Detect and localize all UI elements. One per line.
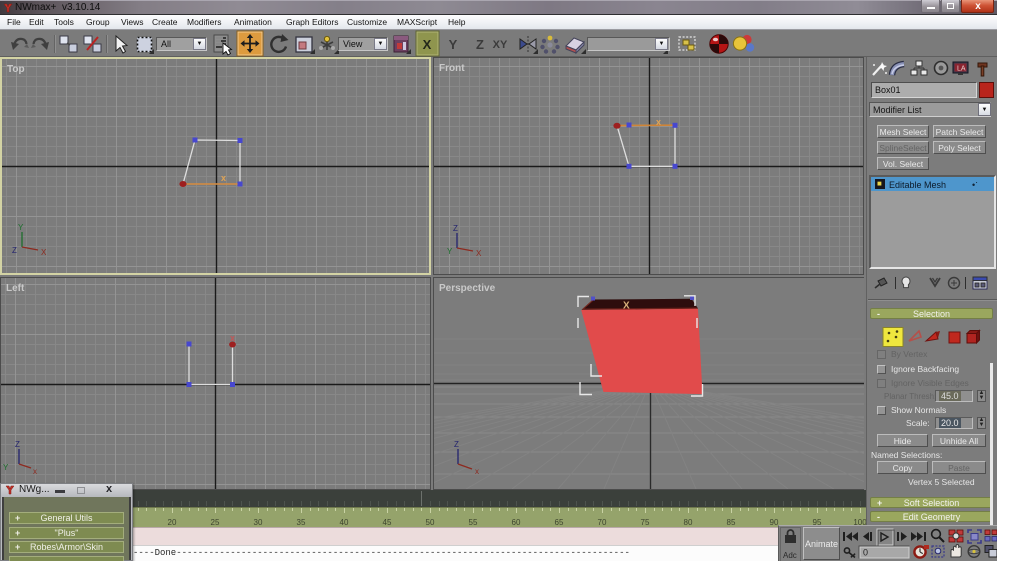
svg-text:75: 75	[641, 518, 650, 527]
svg-text:x: x	[475, 467, 479, 476]
svg-text:Perspective: Perspective	[439, 283, 496, 294]
svg-text:Y: Y	[18, 223, 24, 232]
svg-text:70: 70	[598, 518, 607, 527]
svg-text:0: 0	[863, 548, 868, 558]
svg-text:40: 40	[340, 518, 349, 527]
svg-text:Adc: Adc	[783, 551, 797, 560]
svg-text:65: 65	[555, 518, 564, 527]
svg-text:25: 25	[211, 518, 220, 527]
svg-text:Y: Y	[3, 463, 9, 472]
svg-text:Left: Left	[6, 283, 25, 294]
svg-text:80: 80	[684, 518, 693, 527]
svg-text:45: 45	[383, 518, 392, 527]
svg-text:30: 30	[254, 518, 263, 527]
svg-text:35: 35	[297, 518, 306, 527]
svg-text:Y: Y	[447, 247, 453, 256]
svg-text:50: 50	[426, 518, 435, 527]
svg-text:Z: Z	[15, 440, 20, 449]
svg-text:Z: Z	[12, 246, 17, 255]
svg-text:X: X	[476, 249, 482, 258]
svg-text:X: X	[41, 248, 47, 257]
svg-text:LA: LA	[957, 66, 966, 73]
svg-text:Front: Front	[439, 63, 465, 74]
svg-text:x: x	[656, 117, 661, 127]
svg-text:20: 20	[168, 518, 177, 527]
svg-text:x: x	[33, 467, 37, 476]
svg-text:Z: Z	[476, 37, 484, 52]
svg-text:X: X	[423, 37, 432, 52]
svg-text:x: x	[230, 333, 235, 343]
svg-text:X: X	[623, 301, 630, 312]
svg-text:Top: Top	[7, 64, 25, 75]
svg-text:Z: Z	[454, 440, 459, 449]
svg-text:Z: Z	[453, 224, 458, 233]
svg-text:55: 55	[469, 518, 478, 527]
svg-text:Y: Y	[449, 37, 458, 52]
svg-text:85: 85	[727, 518, 736, 527]
svg-text:x: x	[221, 173, 226, 183]
svg-text:60: 60	[512, 518, 521, 527]
svg-text:XY: XY	[493, 39, 508, 51]
